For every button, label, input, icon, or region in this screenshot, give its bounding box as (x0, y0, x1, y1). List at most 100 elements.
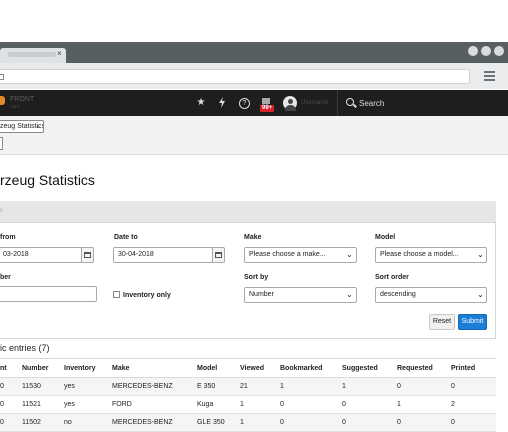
model-select[interactable]: Please choose a model... (375, 247, 487, 263)
collapse-icon[interactable]: ‹ (0, 205, 3, 214)
filter-panel-header[interactable] (0, 201, 496, 223)
brand-logo-icon[interactable] (0, 96, 5, 105)
table-cell: no (64, 413, 112, 432)
date-from-input[interactable]: 03-2018 (0, 247, 82, 263)
table-row[interactable]: 0 11521 yes FORD Kuga 1 0 0 1 2 (0, 395, 496, 414)
close-window-icon[interactable] (494, 46, 504, 56)
table-cell: 1 (342, 377, 397, 396)
column-header[interactable]: nt (0, 358, 22, 378)
make-label: Make (244, 234, 262, 241)
notification-badge[interactable]: 99+ (260, 105, 275, 112)
table-cell: 0 (397, 377, 451, 396)
sort-by-select[interactable]: Number (244, 287, 357, 303)
table-cell: 11502 (22, 413, 64, 432)
chevron-down-icon: ⌄ (346, 250, 353, 259)
table-cell: 0 (280, 395, 342, 414)
table-cell: 1 (280, 377, 342, 396)
model-label: Model (375, 234, 396, 241)
number-label: ber (0, 274, 11, 281)
column-header[interactable]: Inventory (64, 358, 112, 378)
calendar-icon (84, 252, 91, 258)
table-cell: 0 (451, 377, 496, 396)
calendar-icon (215, 252, 222, 258)
column-header[interactable]: Suggested (342, 358, 397, 378)
column-header[interactable]: Model (197, 358, 240, 378)
table-cell: 21 (240, 377, 280, 396)
column-header[interactable]: Make (112, 358, 197, 378)
column-header[interactable]: Viewed (240, 358, 280, 378)
number-input[interactable] (0, 286, 97, 302)
column-header[interactable]: Requested (397, 358, 451, 378)
date-to-label: Date to (114, 234, 138, 241)
reset-button[interactable]: Reset (429, 314, 455, 330)
sort-by-label: Sort by (244, 274, 269, 281)
chevron-down-icon: ⌄ (346, 290, 353, 299)
submit-button[interactable]: Submit (458, 314, 487, 330)
column-header[interactable]: Printed (451, 358, 496, 378)
table-row[interactable]: 0 11530 yes MERCEDES-BENZ E 350 21 1 1 0… (0, 377, 496, 396)
table-cell: E 350 (197, 377, 240, 396)
inventory-only-label[interactable]: Inventory only (123, 292, 171, 299)
table-cell: 1 (397, 395, 451, 414)
avatar-head (288, 99, 293, 104)
date-to-input[interactable]: 30-04-2018 (113, 247, 213, 263)
table-cell: 0 (0, 377, 22, 396)
table-cell: 11530 (22, 377, 64, 396)
star-icon[interactable]: ★ (195, 97, 207, 109)
username-label[interactable]: Username (301, 100, 329, 106)
avatar-body (285, 105, 296, 111)
search-button-label[interactable]: Search (359, 99, 384, 108)
table-cell: 0 (451, 413, 496, 432)
bolt-icon[interactable] (218, 97, 226, 110)
table-cell: 1 (240, 413, 280, 432)
date-from-calendar-button[interactable] (81, 247, 94, 263)
table-cell: 0 (0, 413, 22, 432)
sort-order-label: Sort order (375, 274, 409, 281)
inbox-icon[interactable] (262, 98, 270, 104)
column-header[interactable]: Number (22, 358, 64, 378)
table-cell: 1 (240, 395, 280, 414)
app-navbar (0, 90, 508, 116)
maximize-window-icon[interactable] (481, 46, 491, 56)
results-table: nt Number Inventory Make Model Viewed Bo… (0, 358, 496, 432)
toolbar-button[interactable] (0, 137, 3, 150)
chevron-down-icon: ⌄ (477, 290, 484, 299)
table-cell: 0 (0, 395, 22, 414)
table-cell: MERCEDES-BENZ (112, 413, 197, 432)
table-cell: 2 (451, 395, 496, 414)
table-cell: 11521 (22, 395, 64, 414)
make-select[interactable]: Please choose a make... (244, 247, 357, 263)
table-cell: MERCEDES-BENZ (112, 377, 197, 396)
module-toolbar (0, 116, 508, 155)
table-cell: FORD (112, 395, 197, 414)
table-cell: 0 (342, 413, 397, 432)
column-header[interactable]: Bookmarked (280, 358, 342, 378)
results-title: ic entries (7) (0, 343, 50, 353)
date-from-label: from (0, 234, 16, 241)
navbar-divider (337, 90, 338, 116)
chevron-down-icon: ⌄ (477, 250, 484, 259)
help-icon[interactable]: ? (239, 98, 250, 109)
page-info-icon[interactable] (0, 74, 4, 80)
table-cell: 0 (280, 413, 342, 432)
chevron-down-icon: ⌄ (35, 123, 41, 130)
page-title: rzeug Statistics (0, 172, 95, 188)
date-to-calendar-button[interactable] (212, 247, 225, 263)
inventory-only-checkbox[interactable] (113, 291, 120, 298)
table-cell: yes (64, 377, 112, 396)
table-header-row: nt Number Inventory Make Model Viewed Bo… (0, 358, 496, 378)
tab-close-icon[interactable]: × (57, 49, 62, 59)
brand-name[interactable]: FRONT (10, 96, 34, 104)
address-bar[interactable] (0, 69, 470, 84)
table-cell: 0 (342, 395, 397, 414)
hamburger-menu-icon[interactable] (484, 71, 495, 81)
browser-titlebar (0, 42, 508, 63)
sort-order-select[interactable]: descending (375, 287, 487, 303)
table-row[interactable]: 0 11502 no MERCEDES-BENZ GLE 350 1 0 0 0… (0, 413, 496, 432)
table-cell: Kuga (197, 395, 240, 414)
brand-subtitle: cars (10, 104, 20, 110)
table-cell: 0 (397, 413, 451, 432)
minimize-window-icon[interactable] (468, 46, 478, 56)
table-cell: GLE 350 (197, 413, 240, 432)
browser-tab-title (8, 52, 56, 57)
